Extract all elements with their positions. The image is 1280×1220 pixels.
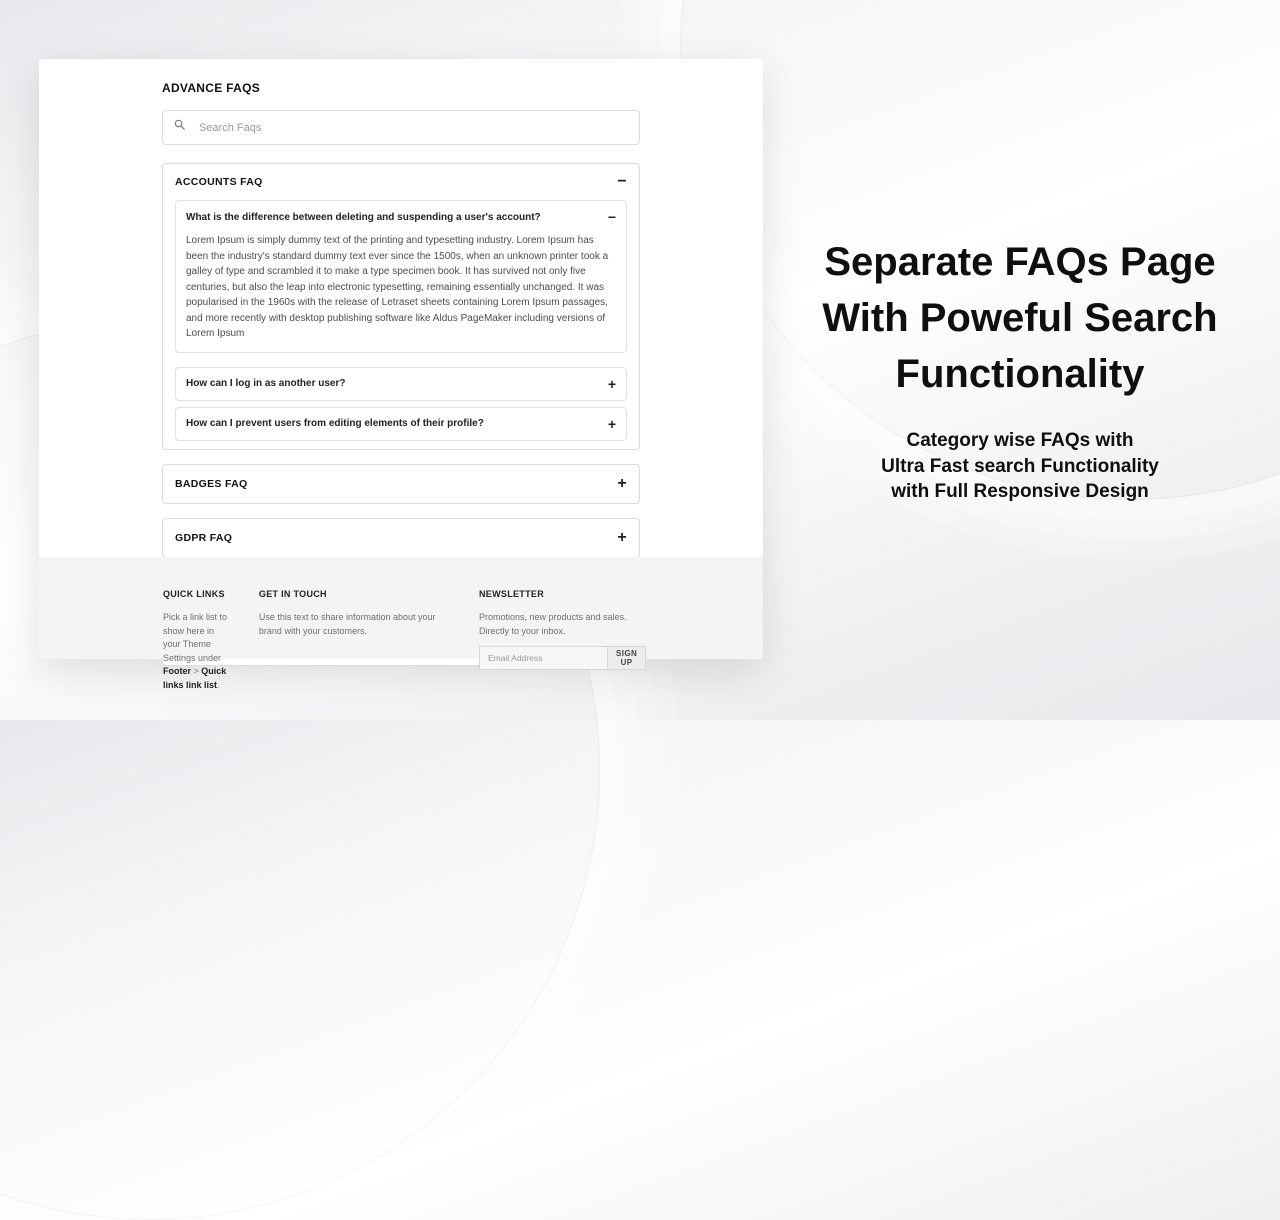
footer-heading: NEWSLETTER <box>479 589 639 599</box>
faq-question: How can I prevent users from editing ele… <box>186 418 484 429</box>
section-header[interactable]: ACCOUNTS FAQ − <box>175 174 627 190</box>
faq-question-header[interactable]: How can I log in as another user? + <box>176 368 626 400</box>
search-icon <box>173 118 187 137</box>
section-gdpr-faq[interactable]: GDPR FAQ + <box>162 518 640 558</box>
footer-newsletter: NEWSLETTER Promotions, new products and … <box>479 589 639 659</box>
promo-heading: Separate FAQs Page With Poweful Search F… <box>790 234 1250 402</box>
plus-icon: + <box>608 416 616 432</box>
faq-item: What is the difference between deleting … <box>175 200 627 353</box>
section-label: ACCOUNTS FAQ <box>175 176 263 188</box>
plus-icon: + <box>617 530 627 546</box>
section-accounts-faq: ACCOUNTS FAQ − What is the difference be… <box>162 163 640 450</box>
minus-icon: − <box>608 209 616 225</box>
footer-heading: QUICK LINKS <box>163 589 229 599</box>
faq-question: What is the difference between deleting … <box>186 212 541 223</box>
page-title: ADVANCE FAQS <box>162 81 640 95</box>
promo-panel: Separate FAQs Page With Poweful Search F… <box>790 234 1250 505</box>
footer-get-in-touch: GET IN TOUCH Use this text to share info… <box>259 589 449 659</box>
faq-question: How can I log in as another user? <box>186 378 345 389</box>
newsletter-signup: SIGN UP <box>479 646 639 670</box>
footer-heading: GET IN TOUCH <box>259 589 449 599</box>
email-field[interactable] <box>479 646 607 670</box>
footer-quick-links: QUICK LINKS Pick a link list to show her… <box>163 589 229 659</box>
faq-item: How can I prevent users from editing ele… <box>175 407 627 441</box>
faq-page-card: ADVANCE FAQS ACCOUNTS FAQ − What is the … <box>39 59 763 659</box>
footer-text: Use this text to share information about… <box>259 611 449 638</box>
search-input[interactable] <box>199 122 629 134</box>
search-box[interactable] <box>162 110 640 145</box>
section-label: GDPR FAQ <box>175 532 232 544</box>
section-badges-faq[interactable]: BADGES FAQ + <box>162 464 640 504</box>
footer-text: Promotions, new products and sales. Dire… <box>479 611 639 638</box>
plus-icon: + <box>608 376 616 392</box>
faq-question-header[interactable]: What is the difference between deleting … <box>176 201 626 233</box>
minus-icon: − <box>617 174 627 190</box>
faq-answer: Lorem Ipsum is simply dummy text of the … <box>176 233 626 352</box>
section-label: BADGES FAQ <box>175 478 247 490</box>
faq-question-header[interactable]: How can I prevent users from editing ele… <box>176 408 626 440</box>
footer-text: Pick a link list to show here in your Th… <box>163 611 229 692</box>
promo-subtext: Category wise FAQs with Ultra Fast searc… <box>790 428 1250 505</box>
signup-button[interactable]: SIGN UP <box>607 646 646 670</box>
plus-icon: + <box>617 476 627 492</box>
page-footer: QUICK LINKS Pick a link list to show her… <box>39 557 763 659</box>
faq-item: How can I log in as another user? + <box>175 367 627 401</box>
